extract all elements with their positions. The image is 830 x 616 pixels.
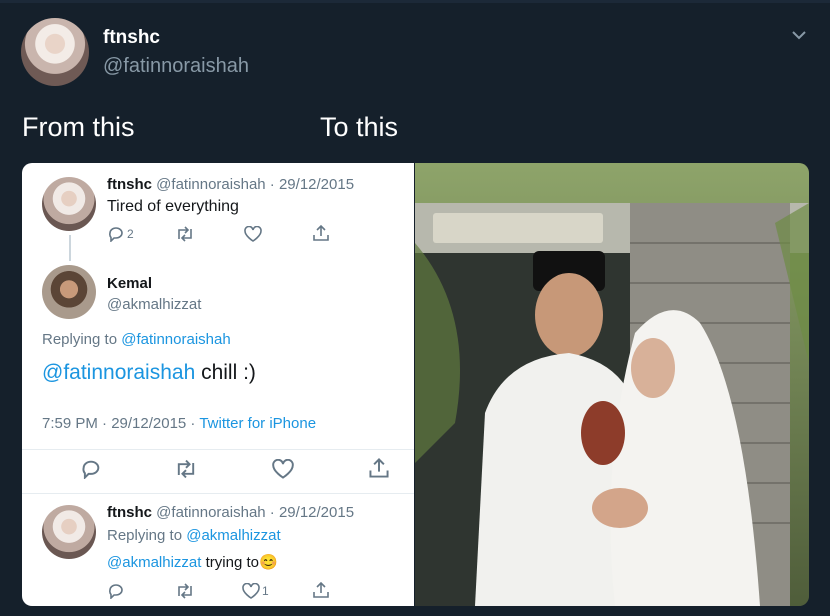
reply-mention: @fatinnoraishah: [42, 361, 196, 384]
retweet-icon: [177, 459, 195, 479]
author-name[interactable]: ftnshc: [103, 27, 160, 49]
tweet3-mention: @akmalhizzat: [107, 554, 202, 571]
tweet3-text: @akmalhizzat trying to😊: [107, 553, 278, 571]
reply-text-rest: chill :): [195, 361, 256, 384]
thread-line: [69, 235, 71, 261]
tweet1-name: ftnshc: [107, 176, 152, 193]
retweet-icon: [178, 583, 192, 599]
replying-label: Replying to: [42, 331, 122, 348]
reply-source: Twitter for iPhone: [199, 415, 317, 432]
top-border: [0, 0, 830, 3]
reply-meta: 7:59 PM · 29/12/2015 · Twitter for iPhon…: [42, 415, 316, 432]
smile-emoji: 😊: [258, 554, 278, 571]
avatar: [42, 265, 96, 319]
tweet3-like-count: 1: [262, 584, 269, 598]
share-icon: [313, 224, 329, 241]
like-icon: [242, 583, 260, 599]
avatar: [42, 177, 96, 231]
like-icon: [272, 459, 294, 479]
replying-handle: @fatinnoraishah: [121, 331, 231, 348]
author-avatar[interactable]: [21, 18, 89, 86]
author-handle[interactable]: @fatinnoraishah: [103, 55, 249, 78]
tweet3-header: ftnshc @fatinnoraishah · 29/12/2015: [107, 504, 354, 521]
avatar: [42, 505, 96, 559]
tweet3-replying-to: Replying to @akmalhizzat: [107, 527, 281, 544]
retweet-icon: [178, 226, 192, 242]
tweet1-reply-count: 2: [127, 227, 134, 241]
divider: [22, 449, 414, 450]
chevron-down-icon[interactable]: [788, 24, 810, 46]
reply-handle: @akmalhizzat: [107, 296, 202, 313]
reply-icon: [82, 460, 100, 479]
tweet1-header: ftnshc @fatinnoraishah · 29/12/2015: [107, 176, 354, 193]
reply-icon: [109, 584, 123, 599]
tweet3-handle-date: @fatinnoraishah · 29/12/2015: [156, 504, 355, 521]
reply-replying-to: Replying to @fatinnoraishah: [42, 331, 231, 348]
tweet3-text-rest: trying to: [201, 554, 259, 571]
reply-icon: [109, 227, 123, 242]
caption-from: From this: [22, 112, 135, 142]
like-icon: [244, 226, 262, 242]
tweet1-text: Tired of everything: [107, 198, 239, 215]
reply-timestamp: 7:59 PM · 29/12/2015 ·: [42, 415, 200, 432]
divider: [22, 493, 414, 494]
tweet1-handle-date: @fatinnoraishah · 29/12/2015: [156, 176, 355, 193]
caption-to: To this: [320, 112, 399, 142]
replying-handle: @akmalhizzat: [186, 527, 281, 544]
tweet3-name: ftnshc: [107, 504, 152, 521]
reply-name: Kemal: [107, 275, 153, 292]
reply-text: @fatinnoraishah chill :): [42, 361, 256, 385]
share-icon: [369, 458, 389, 478]
wedding-photo[interactable]: [415, 163, 809, 606]
replying-label: Replying to: [107, 527, 187, 544]
tweet-screenshot-image: ftnshc @fatinnoraishah · 29/12/2015 Tire…: [22, 163, 414, 606]
share-icon: [313, 581, 329, 598]
